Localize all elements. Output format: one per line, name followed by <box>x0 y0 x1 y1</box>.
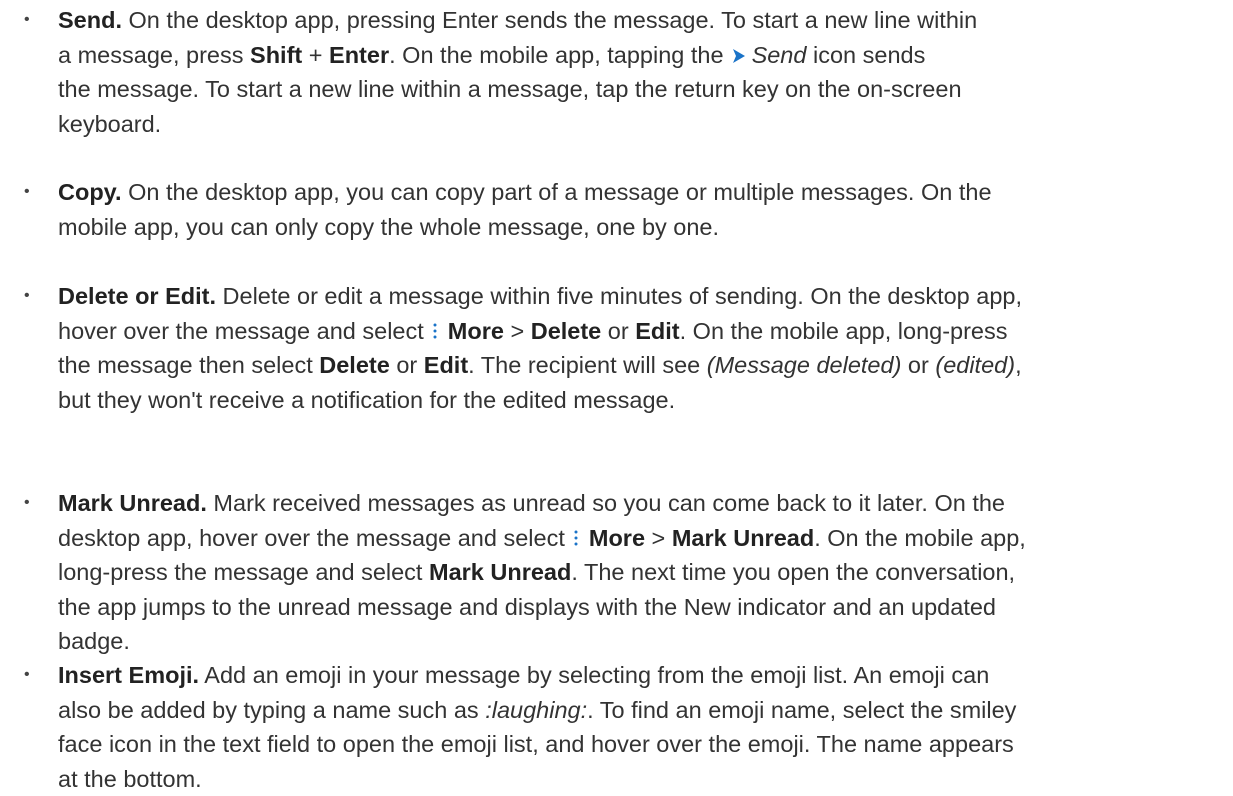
text-run: > <box>645 525 672 551</box>
bullet-item: • Delete or Edit. Delete or edit a messag… <box>0 279 1233 417</box>
text-run: a message, press <box>58 42 250 68</box>
bold-term: Mark Unread. <box>58 490 207 516</box>
text-line: also be added by typing a name such as :… <box>58 693 1228 728</box>
text-run: . On the mobile app, long-press <box>680 318 1008 344</box>
text-run: > <box>504 318 531 344</box>
text-run: or <box>390 352 424 378</box>
document-page: • Send. On the desktop app, pressing Ente… <box>0 0 1233 793</box>
text-run: Delete or edit a message within five min… <box>216 283 1022 309</box>
bullet-item: • Mark Unread. Mark received messages as … <box>0 486 1233 659</box>
bold-term: More <box>448 318 504 344</box>
text-run: mobile app, you can only copy the whole … <box>58 214 719 240</box>
text-run: badge. <box>58 628 130 654</box>
text-run: , <box>1015 352 1022 378</box>
text-run: desktop app, hover over the message and … <box>58 525 565 551</box>
bullet-text: Send. On the desktop app, pressing Enter… <box>58 3 1228 141</box>
text-run: or <box>601 318 635 344</box>
text-run: also be added by typing a name such as <box>58 697 485 723</box>
bullet-marker: • <box>24 658 30 693</box>
bullet-marker: • <box>24 279 30 314</box>
bold-term: Enter <box>329 42 389 68</box>
text-line: keyboard. <box>58 107 1228 142</box>
text-run: the message. To start a new line within … <box>58 76 962 102</box>
bullet-marker: • <box>24 3 30 38</box>
bold-term: Mark Unread <box>672 525 814 551</box>
text-line: Mark Unread. Mark received messages as u… <box>58 486 1228 521</box>
bullet-item: • Insert Emoji. Add an emoji in your mess… <box>0 658 1233 796</box>
bullet-text: Delete or Edit. Delete or edit a message… <box>58 279 1228 417</box>
text-line: Delete or Edit. Delete or edit a message… <box>58 279 1228 314</box>
text-run: On the desktop app, pressing Enter sends… <box>122 7 977 33</box>
more-vertical-icon <box>571 528 581 548</box>
text-run: the app jumps to the unread message and … <box>58 594 996 620</box>
text-run: On the desktop app, you can copy part of… <box>122 179 992 205</box>
send-icon <box>732 48 746 64</box>
text-run: long-press the message and select <box>58 559 429 585</box>
text-line: but they won't receive a notification fo… <box>58 383 1228 418</box>
text-line: long-press the message and select Mark U… <box>58 555 1228 590</box>
text-line: face icon in the text field to open the … <box>58 727 1228 762</box>
more-vertical-icon <box>430 321 440 341</box>
text-run: Mark received messages as unread so you … <box>207 490 1005 516</box>
text-run: but they won't receive a notification fo… <box>58 387 675 413</box>
bold-term: Edit <box>635 318 679 344</box>
text-run: icon sends <box>806 42 925 68</box>
text-run: at the bottom. <box>58 766 202 792</box>
bold-term: Delete <box>531 318 602 344</box>
bullet-marker: • <box>24 486 30 521</box>
text-run: + <box>302 42 329 68</box>
text-line: badge. <box>58 624 1228 659</box>
text-run: . The recipient will see <box>468 352 707 378</box>
bold-term: Edit <box>424 352 468 378</box>
bullet-text: Insert Emoji. Add an emoji in your messa… <box>58 658 1228 796</box>
text-line: hover over the message and selectMore > … <box>58 314 1228 349</box>
text-line: the message. To start a new line within … <box>58 72 1228 107</box>
bullet-text: Copy. On the desktop app, you can copy p… <box>58 175 1228 244</box>
italic-term: Send <box>752 42 807 68</box>
text-line: Copy. On the desktop app, you can copy p… <box>58 175 1228 210</box>
text-run: Add an emoji in your message by selectin… <box>199 662 989 688</box>
text-line: Insert Emoji. Add an emoji in your messa… <box>58 658 1228 693</box>
italic-term: (Message deleted) <box>707 352 902 378</box>
text-run: hover over the message and select <box>58 318 424 344</box>
text-line: mobile app, you can only copy the whole … <box>58 210 1228 245</box>
bold-term: Delete or Edit. <box>58 283 216 309</box>
text-line: desktop app, hover over the message and … <box>58 521 1228 556</box>
text-line: a message, press Shift + Enter. On the m… <box>58 38 1228 73</box>
text-run: the message then select <box>58 352 319 378</box>
bold-term: Shift <box>250 42 302 68</box>
text-run: . To find an emoji name, select the smil… <box>587 697 1016 723</box>
bold-term: More <box>589 525 645 551</box>
text-run: face icon in the text field to open the … <box>58 731 1014 757</box>
bold-term: Insert Emoji. <box>58 662 199 688</box>
text-run: keyboard. <box>58 111 161 137</box>
bold-term: Copy. <box>58 179 122 205</box>
bullet-item: • Copy. On the desktop app, you can copy … <box>0 175 1233 244</box>
bullet-text: Mark Unread. Mark received messages as u… <box>58 486 1228 659</box>
bullet-item: • Send. On the desktop app, pressing Ente… <box>0 3 1233 141</box>
bold-term: Send. <box>58 7 122 33</box>
italic-term: (edited) <box>935 352 1015 378</box>
text-run: or <box>901 352 935 378</box>
text-run: . The next time you open the conversatio… <box>571 559 1015 585</box>
text-line: at the bottom. <box>58 762 1228 796</box>
bullet-marker: • <box>24 175 30 210</box>
text-run: . On the mobile app, tapping the <box>389 42 723 68</box>
text-line: the app jumps to the unread message and … <box>58 590 1228 625</box>
text-line: Send. On the desktop app, pressing Enter… <box>58 3 1228 38</box>
bold-term: Delete <box>319 352 390 378</box>
text-line: the message then select Delete or Edit. … <box>58 348 1228 383</box>
bold-term: Mark Unread <box>429 559 571 585</box>
italic-term: :laughing: <box>485 697 587 723</box>
text-run: . On the mobile app, <box>814 525 1026 551</box>
